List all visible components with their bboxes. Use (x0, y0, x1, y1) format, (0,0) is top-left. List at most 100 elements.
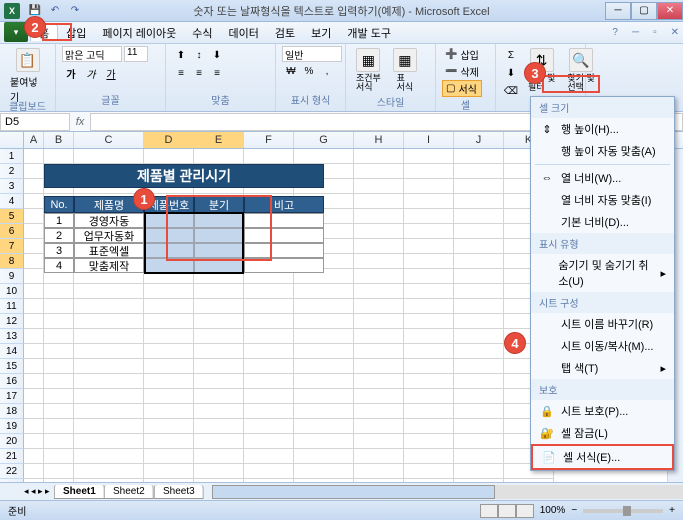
cell[interactable] (454, 209, 504, 224)
cell[interactable] (454, 389, 504, 404)
cell[interactable] (194, 419, 244, 434)
currency-button[interactable]: ₩ (282, 62, 300, 80)
cell[interactable] (194, 434, 244, 449)
cell[interactable] (404, 404, 454, 419)
cell[interactable] (24, 179, 44, 194)
col-header-f[interactable]: F (244, 132, 294, 148)
cell[interactable] (24, 359, 44, 374)
name-box[interactable]: D5 (0, 113, 70, 131)
cell[interactable] (74, 404, 144, 419)
cell[interactable] (74, 419, 144, 434)
tab-developer[interactable]: 개발 도구 (339, 25, 399, 41)
cell[interactable] (144, 284, 194, 299)
doc-restore-icon[interactable]: ▫ (653, 27, 657, 38)
table-cell[interactable] (144, 213, 194, 228)
cell[interactable] (74, 449, 144, 464)
font-name-select[interactable]: 맑은 고딕 (62, 46, 122, 62)
row-header-4[interactable]: 4 (0, 194, 24, 209)
menu-tab-color[interactable]: 탭 색(T)▸ (531, 357, 674, 379)
cell[interactable] (404, 254, 454, 269)
cell[interactable] (454, 464, 504, 479)
cell[interactable] (354, 194, 404, 209)
cell[interactable] (24, 464, 44, 479)
cell[interactable] (454, 344, 504, 359)
cell[interactable] (404, 239, 454, 254)
cell[interactable] (144, 419, 194, 434)
menu-lock-cell[interactable]: 🔐셀 잠금(L) (531, 422, 674, 444)
cell[interactable] (404, 299, 454, 314)
cell[interactable] (404, 449, 454, 464)
cell[interactable] (24, 299, 44, 314)
cell[interactable] (404, 224, 454, 239)
help-icon[interactable]: ? (612, 27, 618, 38)
row-header-13[interactable]: 13 (0, 329, 24, 344)
table-format-button[interactable]: ▦표 서식 (389, 46, 421, 94)
cell[interactable] (244, 464, 294, 479)
cell[interactable] (404, 374, 454, 389)
cell[interactable] (144, 149, 194, 164)
col-header-d[interactable]: D (144, 132, 194, 148)
cell[interactable] (24, 164, 44, 179)
cell[interactable] (504, 479, 554, 482)
format-button[interactable]: ▢서식 (442, 80, 482, 97)
row-header-2[interactable]: 2 (0, 164, 24, 179)
align-left-button[interactable]: ≡ (172, 64, 190, 82)
cell[interactable] (144, 404, 194, 419)
table-cell[interactable] (144, 258, 194, 273)
cell[interactable] (24, 404, 44, 419)
row-header-3[interactable]: 3 (0, 179, 24, 194)
row-header-14[interactable]: 14 (0, 344, 24, 359)
cell[interactable] (404, 419, 454, 434)
table-cell[interactable]: 2 (44, 228, 74, 243)
row-header-11[interactable]: 11 (0, 299, 24, 314)
cell[interactable] (44, 374, 74, 389)
menu-protect-sheet[interactable]: 🔒시트 보호(P)... (531, 400, 674, 422)
cell[interactable] (44, 149, 74, 164)
cell[interactable] (454, 194, 504, 209)
col-header-e[interactable]: E (194, 132, 244, 148)
align-right-button[interactable]: ≡ (208, 64, 226, 82)
cell[interactable] (74, 359, 144, 374)
cell[interactable] (404, 269, 454, 284)
cell[interactable] (454, 329, 504, 344)
cell[interactable] (354, 224, 404, 239)
row-header-1[interactable]: 1 (0, 149, 24, 164)
cell[interactable] (354, 464, 404, 479)
cell[interactable] (24, 224, 44, 239)
row-header-20[interactable]: 20 (0, 434, 24, 449)
cell[interactable] (294, 284, 354, 299)
cell[interactable] (404, 344, 454, 359)
align-center-button[interactable]: ≡ (190, 64, 208, 82)
cell[interactable] (244, 149, 294, 164)
maximize-button[interactable]: ▢ (631, 2, 657, 20)
undo-icon[interactable]: ↶ (46, 2, 64, 20)
tab-formulas[interactable]: 수식 (184, 25, 220, 41)
paste-button[interactable]: 📋 붙여넣기 (6, 46, 49, 106)
cell[interactable] (24, 344, 44, 359)
col-header-a[interactable]: A (24, 132, 44, 148)
cell[interactable] (24, 374, 44, 389)
tab-review[interactable]: 검토 (267, 25, 303, 41)
menu-rename-sheet[interactable]: 시트 이름 바꾸기(R) (531, 313, 674, 335)
cell[interactable] (24, 449, 44, 464)
cell[interactable] (194, 464, 244, 479)
cell[interactable] (144, 299, 194, 314)
table-cell[interactable] (244, 258, 324, 273)
italic-button[interactable]: 가 (82, 64, 100, 82)
cell[interactable] (354, 449, 404, 464)
cell[interactable] (244, 389, 294, 404)
cell[interactable] (404, 209, 454, 224)
cell[interactable] (44, 359, 74, 374)
cell[interactable] (44, 389, 74, 404)
cell[interactable] (244, 284, 294, 299)
cell[interactable] (404, 179, 454, 194)
menu-cell-format[interactable]: 📄셀 서식(E)... (531, 444, 674, 470)
row-header-5[interactable]: 5 (0, 209, 24, 224)
menu-autofit-col[interactable]: 열 너비 자동 맞춤(I) (531, 189, 674, 211)
cell[interactable] (354, 419, 404, 434)
cell[interactable] (354, 284, 404, 299)
cell[interactable] (194, 314, 244, 329)
cell[interactable] (44, 464, 74, 479)
cell[interactable] (454, 284, 504, 299)
cell[interactable] (294, 434, 354, 449)
